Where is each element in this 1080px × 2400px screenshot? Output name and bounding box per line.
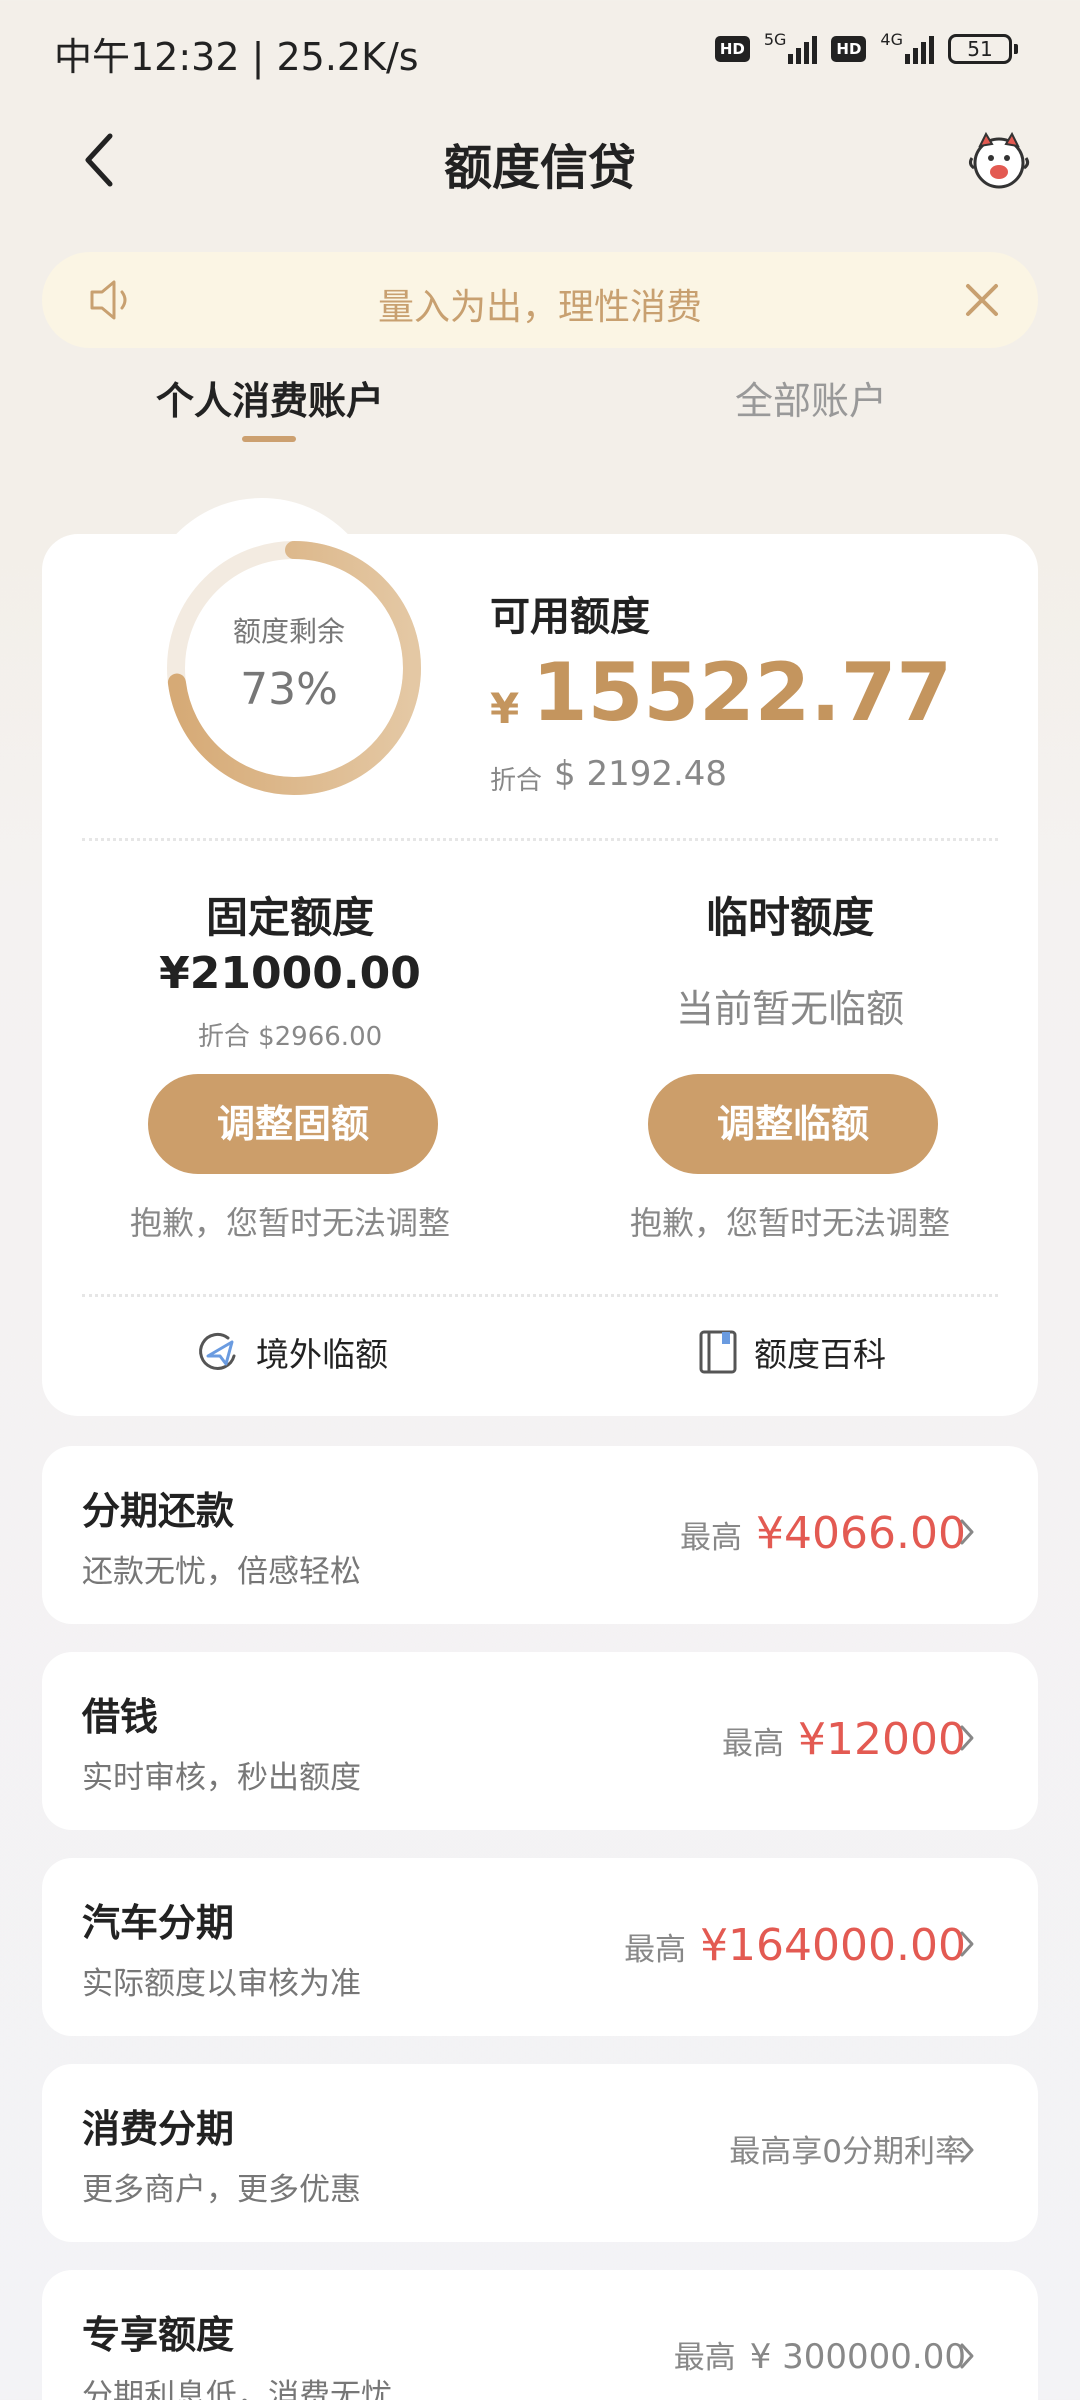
list-item-subtitle: 分期利息低，消费无忧 — [82, 2378, 392, 2400]
tab-all-accounts[interactable]: 全部账户 — [735, 370, 887, 425]
close-icon — [966, 284, 998, 316]
fixed-quota-converted: 折合 $2966.00 — [197, 1022, 383, 1052]
fixed-quota-title: 固定额度 — [205, 893, 374, 942]
quota-wiki-label: 额度百科 — [754, 1335, 886, 1374]
list-item-value: 最高 ¥4066.00 — [680, 1508, 966, 1559]
list-item-title: 借钱 — [82, 1695, 159, 1739]
list-item-car-installment[interactable]: 汽车分期 实际额度以审核为准 最高 ¥164000.00 — [42, 1858, 1038, 2036]
status-time-speed: 中午12:32 | 25.2K/s — [54, 35, 419, 79]
adjust-temporary-button[interactable]: 调整临额 — [648, 1074, 938, 1174]
list-item-prefix: 最高 — [624, 1932, 687, 1968]
battery-icon: 51 — [948, 33, 1018, 64]
available-quota-label: 可用额度 — [490, 594, 650, 640]
overseas-temp-quota-label: 境外临额 — [256, 1335, 388, 1374]
list-item-prefix: 最高 — [680, 1520, 743, 1556]
ring-percentage: 73% — [240, 664, 338, 715]
list-item-prefix: 最高 — [673, 2340, 736, 2376]
list-item-value: 最高享0分期利率 — [729, 2126, 966, 2171]
divider — [82, 838, 998, 841]
chevron-right-icon — [960, 1725, 974, 1751]
plane-icon — [199, 1333, 236, 1370]
list-item-subtitle: 实时审核，秒出额度 — [82, 1760, 361, 1796]
temporary-quota-title: 临时额度 — [705, 893, 874, 942]
list-item-value: 最高 ¥12000 — [722, 1714, 966, 1765]
list-item-subtitle: 还款无忧，倍感轻松 — [82, 1554, 361, 1590]
notice-close-button[interactable] — [960, 278, 1004, 322]
converted-label: 折合 — [490, 766, 543, 796]
status-icons: HD 5G HD 4G 51 — [714, 30, 1018, 67]
list-item-consumer-installment[interactable]: 消费分期 更多商户，更多优惠 最高享0分期利率 — [42, 2064, 1038, 2242]
divider-2 — [82, 1294, 998, 1297]
list-item-value: 最高 ¥164000.00 — [624, 1920, 966, 1971]
notice-banner: 量入为出，理性消费 — [42, 252, 1038, 348]
page-title: 额度信贷 — [443, 140, 636, 196]
temporary-quota-status: 当前暂无临额 — [675, 987, 904, 1031]
list-item-rate: 最高享0分期利率 — [729, 2134, 966, 2170]
book-icon — [699, 1330, 737, 1374]
chevron-right-icon — [960, 2137, 974, 2163]
mascot-icon — [968, 131, 1030, 189]
status-bar: 中午12:32 | 25.2K/s HD 5G HD 4G 51 — [0, 0, 1080, 100]
list-item-value: 最高 ¥ 300000.00 — [674, 2332, 966, 2377]
overseas-temp-quota-link[interactable]: 境外临额 — [196, 1328, 388, 1376]
account-tabs: 个人消费账户 全部账户 — [0, 370, 1080, 450]
available-currency: ¥ — [490, 684, 520, 733]
ring-label: 额度剩余 — [232, 615, 345, 648]
list-item-prefix: 最高 — [722, 1726, 785, 1762]
chevron-right-icon — [960, 1931, 974, 1957]
tab-personal-account[interactable]: 个人消费账户 — [156, 370, 384, 425]
list-item-title: 分期还款 — [82, 1489, 235, 1533]
hd-badge: HD — [714, 35, 750, 62]
list-item-borrow[interactable]: 借钱 实时审核，秒出额度 最高 ¥12000 — [42, 1652, 1038, 1830]
signal-icon — [788, 34, 818, 64]
network-label-5g: 5G — [763, 30, 787, 49]
hd-badge-2: HD — [831, 35, 867, 62]
list-item-title: 消费分期 — [82, 2107, 235, 2151]
list-item-amount: ¥ 300000.00 — [749, 2337, 966, 2377]
nav-bar: 额度信贷 — [0, 110, 1080, 210]
fixed-quota-amount: ¥21000.00 — [159, 948, 421, 999]
network-label-4g: 4G — [880, 30, 903, 49]
signal-icon-2 — [905, 34, 934, 64]
chevron-right-icon — [960, 1519, 974, 1545]
converted-value: $ 2192.48 — [554, 754, 728, 794]
list-item-amount: ¥164000.00 — [700, 1920, 966, 1971]
quota-wiki-link[interactable]: 额度百科 — [698, 1328, 886, 1376]
chevron-right-icon — [960, 2343, 974, 2369]
list-item-subtitle: 更多商户，更多优惠 — [82, 2172, 361, 2208]
list-item-amount: ¥12000 — [798, 1714, 966, 1765]
list-item-title: 专享额度 — [82, 2313, 235, 2357]
list-item-title: 汽车分期 — [82, 1901, 235, 1945]
tab-active-indicator — [242, 436, 296, 442]
list-item-amount: ¥4066.00 — [756, 1508, 966, 1559]
list-item-installment-repayment[interactable]: 分期还款 还款无忧，倍感轻松 最高 ¥4066.00 — [42, 1446, 1038, 1624]
mascot-button[interactable] — [966, 128, 1032, 194]
temporary-adjust-note: 抱歉，您暂时无法调整 — [629, 1204, 950, 1242]
adjust-fixed-button[interactable]: 调整固额 — [148, 1074, 438, 1174]
notice-text: 量入为出，理性消费 — [377, 287, 702, 328]
list-item-exclusive-quota[interactable]: 专享额度 分期利息低，消费无忧 最高 ¥ 300000.00 — [42, 2270, 1038, 2400]
available-quota-amount: 15522.77 — [532, 646, 953, 739]
credit-summary-card: 额度剩余 73% 可用额度 ¥ 15522.77 折合 $ 2192.48 固定… — [42, 498, 1038, 1416]
fixed-adjust-note: 抱歉，您暂时无法调整 — [129, 1204, 450, 1242]
list-item-subtitle: 实际额度以审核为准 — [82, 1966, 361, 2002]
